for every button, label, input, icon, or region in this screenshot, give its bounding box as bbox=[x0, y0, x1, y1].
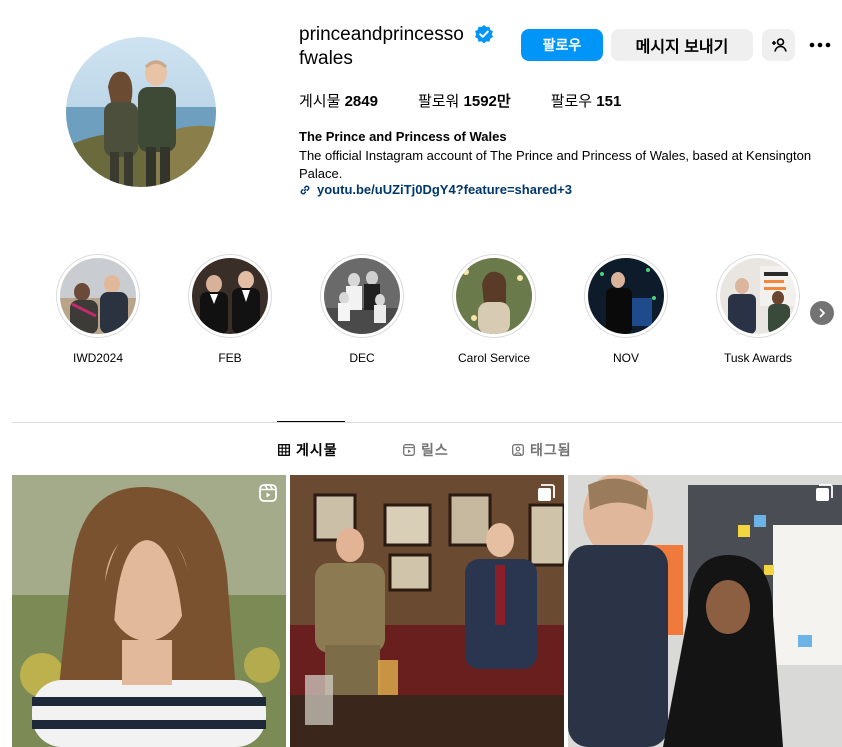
highlight-label: FEB bbox=[218, 351, 242, 365]
highlights-next-button[interactable] bbox=[810, 301, 834, 325]
active-tab-indicator bbox=[277, 421, 345, 422]
follow-button[interactable]: 팔로우 bbox=[521, 29, 603, 61]
more-options-button[interactable] bbox=[806, 31, 834, 59]
bio-link[interactable]: youtu.be/uUZiTj0DgY4?feature=shared+3 bbox=[299, 182, 572, 197]
following-count-label: 팔로우 bbox=[550, 93, 593, 110]
highlight-item[interactable]: Tusk Awards bbox=[708, 254, 808, 365]
highlight-item[interactable]: FEB bbox=[180, 254, 280, 365]
highlight-cover bbox=[716, 254, 800, 338]
followers-count-value: 1592만 bbox=[463, 93, 511, 110]
verified-badge-icon bbox=[475, 25, 493, 44]
highlight-image bbox=[324, 258, 400, 334]
followers-count-label: 팔로워 bbox=[417, 93, 460, 110]
avatar-image bbox=[66, 37, 216, 187]
link-icon bbox=[300, 185, 310, 194]
carousel-icon bbox=[538, 484, 555, 501]
reel-icon bbox=[259, 484, 277, 502]
highlight-cover bbox=[188, 254, 272, 338]
add-user-button[interactable] bbox=[762, 29, 795, 61]
post-tile[interactable] bbox=[290, 475, 564, 747]
bio-name: The Prince and Princess of Wales bbox=[299, 129, 507, 144]
highlight-image bbox=[60, 258, 136, 334]
highlight-label: Carol Service bbox=[457, 351, 531, 365]
bio-link-text: youtu.be/uUZiTj0DgY4?feature=shared+3 bbox=[317, 182, 573, 197]
more-options-icon bbox=[809, 42, 831, 48]
add-user-icon bbox=[771, 38, 787, 52]
highlight-label: DEC bbox=[349, 351, 375, 365]
reels-icon bbox=[403, 444, 415, 456]
post-tile[interactable] bbox=[568, 475, 842, 747]
highlight-image bbox=[720, 258, 796, 334]
posts-count-value: 2849 bbox=[344, 93, 378, 110]
highlight-item[interactable]: Carol Service bbox=[444, 254, 544, 365]
highlight-image bbox=[456, 258, 532, 334]
highlight-cover bbox=[452, 254, 536, 338]
tab-reels-label: 릴스 bbox=[421, 442, 449, 458]
highlight-cover bbox=[584, 254, 668, 338]
tab-tagged-label: 태그됨 bbox=[530, 442, 572, 458]
profile-username: princeandprincessofwales bbox=[299, 24, 464, 69]
message-button[interactable]: 메시지 보내기 bbox=[611, 29, 753, 61]
posts-count: 게시물 2849 bbox=[299, 90, 378, 111]
tagged-icon bbox=[512, 444, 524, 456]
bio-text: The official Instagram account of The Pr… bbox=[299, 148, 812, 181]
tab-posts-label: 게시물 bbox=[296, 442, 338, 458]
tab-reels[interactable]: 릴스 bbox=[403, 440, 449, 460]
post-tile[interactable] bbox=[12, 475, 286, 747]
chevron-right-icon bbox=[819, 308, 825, 318]
highlight-label: IWD2024 bbox=[72, 351, 124, 365]
highlight-label: Tusk Awards bbox=[723, 351, 793, 365]
following-count[interactable]: 팔로우 151 bbox=[551, 90, 622, 111]
tab-posts[interactable]: 게시물 bbox=[278, 440, 338, 460]
highlight-cover bbox=[56, 254, 140, 338]
tabs-divider bbox=[12, 422, 842, 423]
highlight-item[interactable]: IWD2024 bbox=[48, 254, 148, 365]
posts-count-label: 게시물 bbox=[299, 93, 341, 110]
highlight-image bbox=[192, 258, 268, 334]
followers-count[interactable]: 팔로워 1592만 bbox=[418, 90, 511, 111]
following-count-value: 151 bbox=[596, 93, 622, 110]
tab-tagged[interactable]: 태그됨 bbox=[512, 440, 572, 460]
profile-stats: 게시물 2849 팔로워 1592만 팔로우 151 bbox=[299, 90, 661, 111]
post-image bbox=[12, 475, 286, 747]
highlight-item[interactable]: DEC bbox=[312, 254, 412, 365]
highlight-cover bbox=[320, 254, 404, 338]
post-image bbox=[290, 475, 564, 747]
post-image bbox=[568, 475, 842, 747]
highlight-item[interactable]: NOV bbox=[576, 254, 676, 365]
grid-icon bbox=[278, 444, 290, 456]
profile-avatar[interactable] bbox=[66, 37, 216, 187]
highlight-image bbox=[588, 258, 664, 334]
carousel-icon bbox=[816, 484, 833, 501]
highlight-label: NOV bbox=[612, 351, 639, 365]
